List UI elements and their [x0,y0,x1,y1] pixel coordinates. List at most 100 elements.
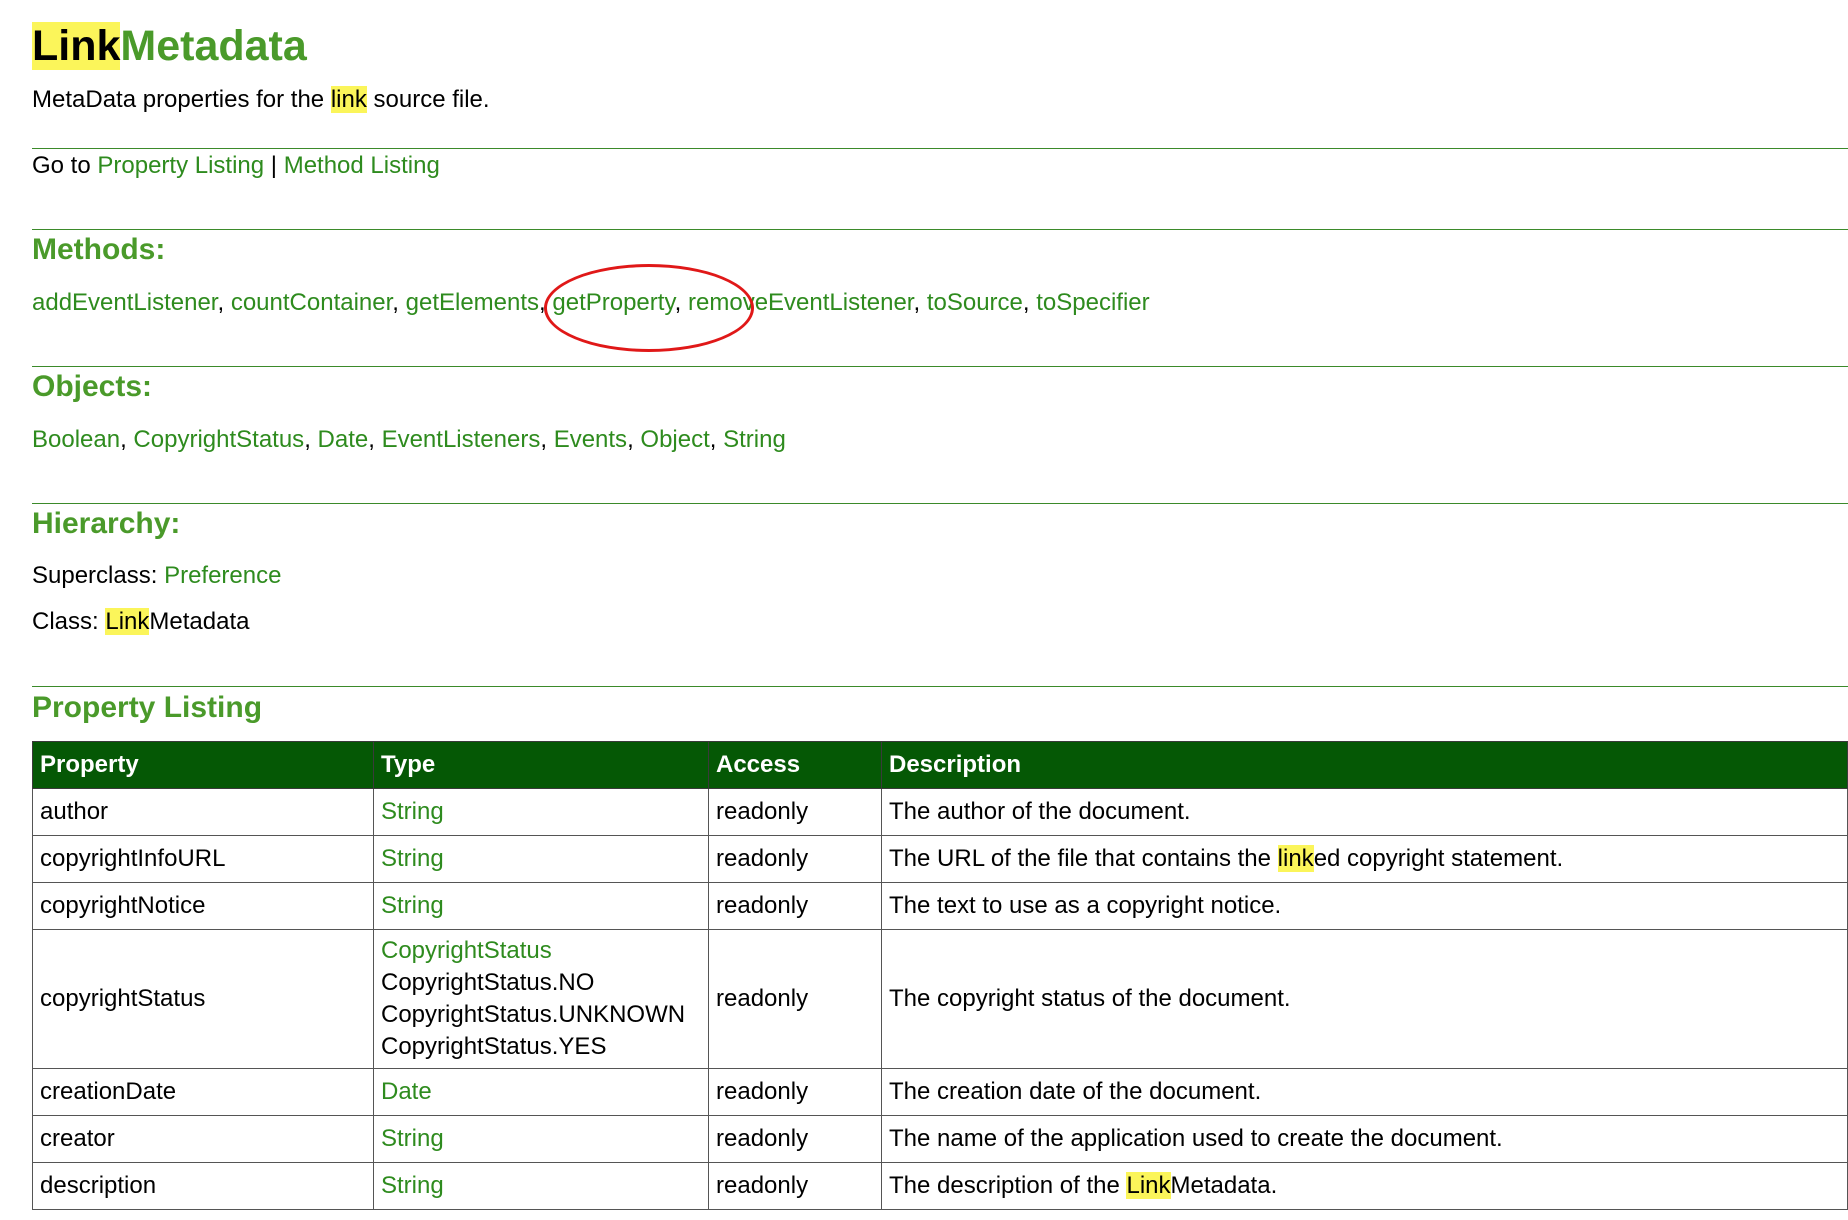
type-link[interactable]: String [381,1172,444,1199]
list-separator: , [392,289,406,316]
string-link[interactable]: String [723,426,786,453]
type-value: CopyrightStatus.NO [381,969,595,996]
property-name-cell: copyrightInfoURL [32,835,374,883]
tosource-link[interactable]: toSource [927,289,1023,316]
superclass-line: Superclass: Preference [32,562,282,589]
page-title: LinkMetadata [32,22,307,70]
hierarchy-heading: Hierarchy: [32,507,181,540]
type-link[interactable]: CopyrightStatus [381,935,701,967]
list-separator: , [304,426,318,453]
search-highlight: link [330,86,367,113]
list-separator: , [674,289,689,316]
property-listing-heading: Property Listing [32,691,263,724]
property-name-cell: creator [32,1115,374,1163]
class-line: Class: LinkMetadata [32,608,250,635]
type-cell: String [373,882,709,930]
table-row: copyrightStatus CopyrightStatus CopyrightS… [32,929,1848,1069]
divider [32,229,1848,230]
list-separator: , [120,426,134,453]
access-cell: readonly [708,1115,882,1163]
property-name-cell: author [32,788,374,836]
access-cell: readonly [708,788,882,836]
column-header: Access [708,741,882,789]
getelements-link[interactable]: getElements [406,289,539,316]
property-listing-link[interactable]: Property Listing [97,152,264,179]
description-cell: The URL of the file that contains the li… [881,835,1848,883]
divider [32,148,1848,149]
type-link[interactable]: String [381,892,444,919]
description-cell: The author of the document. [881,788,1848,836]
list-separator: , [540,426,554,453]
description-cell: The copyright status of the document. [881,929,1848,1069]
search-highlight: link [1277,845,1314,872]
methods-list: addEventListener, countContainer, getEle… [32,287,1150,319]
table-header-row: Property Type Access Description [32,741,1848,789]
removeeventlistener-link[interactable]: removeEventListener [688,289,913,316]
boolean-link[interactable]: Boolean [32,426,120,453]
access-cell: readonly [708,1068,882,1116]
copyrightstatus-link[interactable]: CopyrightStatus [133,426,304,453]
type-cell: String [373,1115,709,1163]
divider [32,686,1848,687]
type-link[interactable]: String [381,845,444,872]
divider [32,366,1848,367]
search-highlight: Link [105,608,150,635]
type-cell: CopyrightStatus CopyrightStatus.NO Copyrig… [373,929,709,1069]
property-name-cell: copyrightNotice [32,882,374,930]
access-cell: readonly [708,929,882,1069]
access-cell: readonly [708,835,882,883]
method-listing-link[interactable]: Method Listing [284,152,440,179]
list-separator: , [217,289,231,316]
property-table: Property Type Access Description author S… [32,741,1848,1210]
superclass-link[interactable]: Preference [164,562,281,589]
list-separator: , [368,426,382,453]
tospecifier-link[interactable]: toSpecifier [1036,289,1149,316]
objects-list: Boolean, CopyrightStatus, Date, EventLis… [32,424,786,456]
type-cell: Date [373,1068,709,1116]
list-separator: , [709,426,724,453]
search-highlight: Link [32,22,121,70]
type-cell: String [373,835,709,883]
description-cell: The creation date of the document. [881,1068,1848,1116]
property-name-cell: description [32,1162,374,1210]
table-body: author String readonly The author of the do… [32,788,1848,1210]
countcontainer-link[interactable]: countContainer [231,289,392,316]
type-cell: String [373,1162,709,1210]
events-link[interactable]: Events [554,426,627,453]
addeventlistener-link[interactable]: addEventListener [32,289,217,316]
goto-nav: Go to Property Listing | Method Listing [32,152,440,179]
type-value: CopyrightStatus.UNKNOWN [381,1001,686,1028]
object-link[interactable]: Object [640,426,709,453]
property-name-cell: copyrightStatus [32,929,374,1069]
objects-heading: Objects: [32,370,153,403]
type-link[interactable]: String [381,798,444,825]
column-header: Description [881,741,1848,789]
type-value: CopyrightStatus.YES [381,1033,607,1060]
table-row: creationDate Date readonly The creation dat… [32,1068,1848,1116]
table-row: creator String readonly The name of the app… [32,1115,1848,1163]
list-separator: , [539,289,553,316]
getproperty-link[interactable]: getProperty [552,289,674,316]
search-highlight: Link [1126,1172,1171,1199]
property-name-cell: creationDate [32,1068,374,1116]
list-separator: , [627,426,641,453]
date-link[interactable]: Date [318,426,369,453]
eventlisteners-link[interactable]: EventListeners [382,426,541,453]
table-row: author String readonly The author of the do… [32,788,1848,836]
methods-heading: Methods: [32,233,166,266]
type-link[interactable]: Date [381,1078,432,1105]
column-header: Property [32,741,374,789]
table-row: copyrightInfoURL String readonly The URL of… [32,835,1848,883]
list-separator: , [913,289,927,316]
description-cell: The description of the LinkMetadata. [881,1162,1848,1210]
divider [32,503,1848,504]
type-cell: String [373,788,709,836]
table-row: description String readonly The description… [32,1162,1848,1210]
table-row: copyrightNotice String readonly The text to… [32,882,1848,930]
access-cell: readonly [708,882,882,930]
type-link[interactable]: String [381,1125,444,1152]
page-description: MetaData properties for the link source … [32,86,490,113]
description-cell: The text to use as a copyright notice. [881,882,1848,930]
access-cell: readonly [708,1162,882,1210]
column-header: Type [373,741,709,789]
